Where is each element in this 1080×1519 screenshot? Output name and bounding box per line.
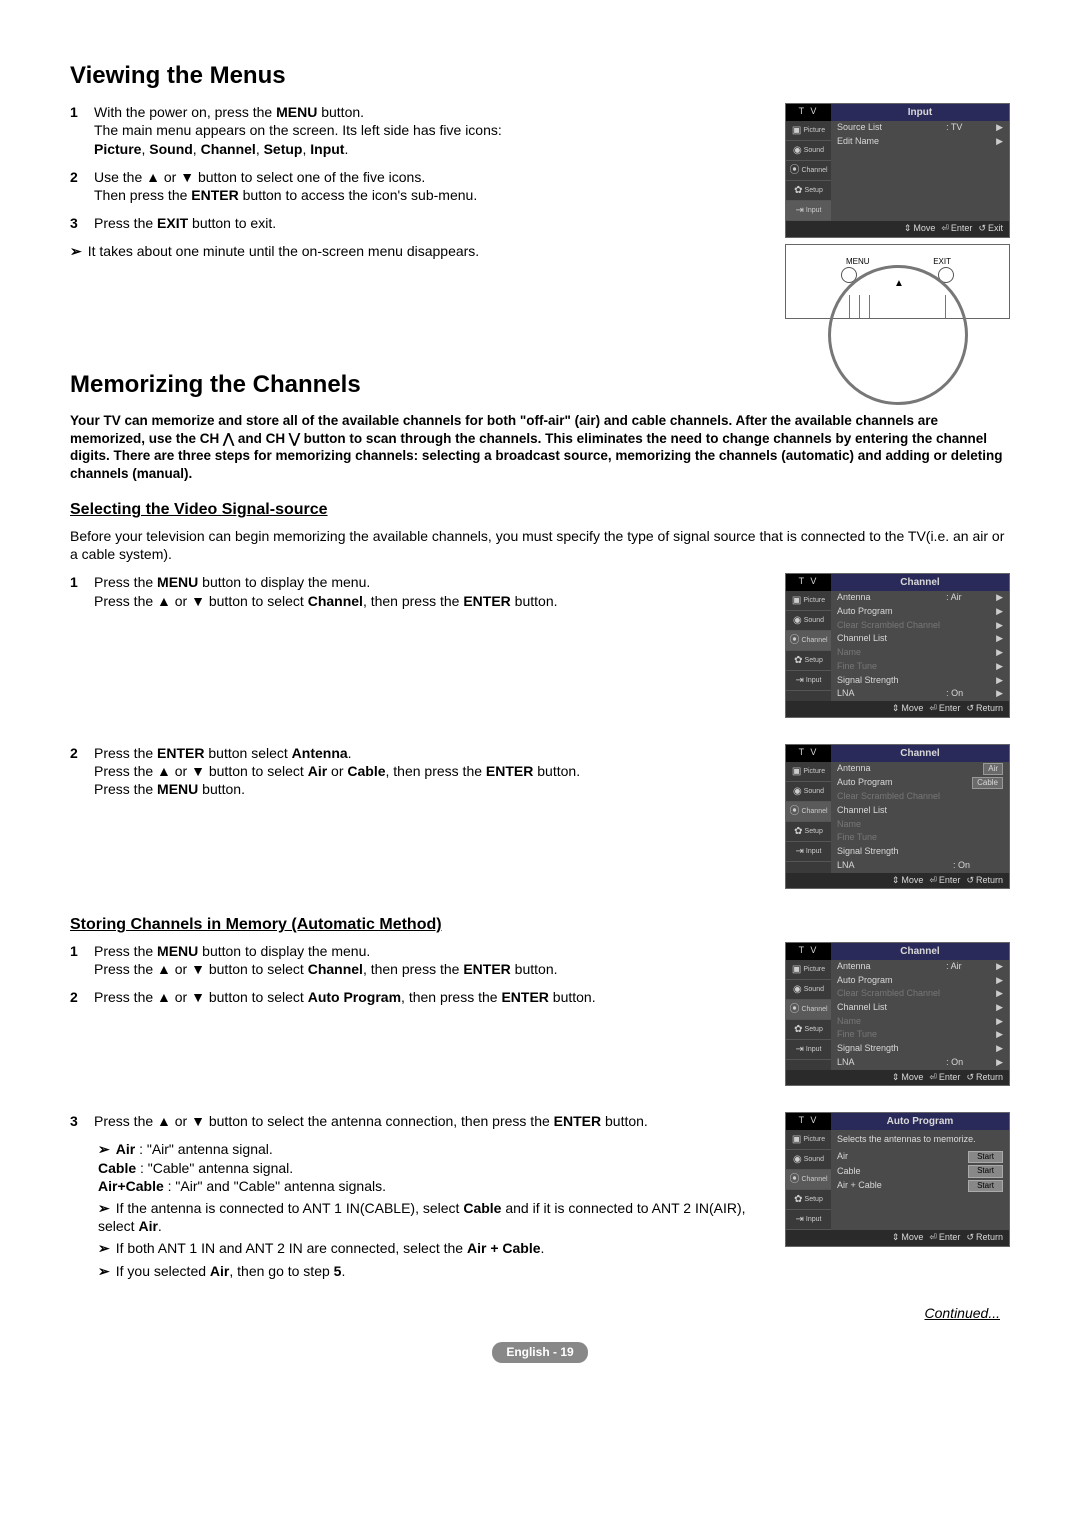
- osd-item: Edit Name▶: [831, 135, 1009, 149]
- osd-side-setup: ✿Setup: [786, 181, 831, 201]
- step-item: 2Use the ▲ or ▼ button to select one of …: [70, 168, 765, 204]
- continued-label: Continued...: [70, 1304, 1000, 1322]
- osd-side-input: ⇥Input: [786, 671, 831, 691]
- osd-item: CableStart: [831, 1164, 1009, 1178]
- osd-side-setup: ✿Setup: [786, 1020, 831, 1040]
- osd-channel-menu-2: T VChannel▣Picture◉Sound⦿Channel✿Setup⇥I…: [785, 942, 1010, 1086]
- osd-item: Clear Scrambled Channel▶: [831, 987, 1009, 1001]
- osd-side-sound: ◉Sound: [786, 611, 831, 631]
- remote-menu-label: MENU: [846, 257, 870, 267]
- osd-item: Antenna: Air▶: [831, 960, 1009, 974]
- osd-item: Fine Tune▶: [831, 1028, 1009, 1042]
- note-item: If you selected Air, then go to step 5.: [98, 1262, 765, 1280]
- note-item: If the antenna is connected to ANT 1 IN(…: [98, 1199, 765, 1235]
- osd-item: Auto ProgramCable: [831, 776, 1009, 790]
- osd-side-setup: ✿Setup: [786, 1190, 831, 1210]
- step-item: 1Press the MENU button to display the me…: [70, 942, 765, 978]
- step-item: 3Press the ▲ or ▼ button to select the a…: [70, 1112, 765, 1130]
- remote-diagram: MENU EXIT ▲: [785, 244, 1010, 319]
- step-item: 3Press the EXIT button to exit.: [70, 214, 765, 232]
- step-item: 1With the power on, press the MENU butto…: [70, 103, 765, 158]
- osd-side-sound: ◉Sound: [786, 782, 831, 802]
- osd-item: Antenna: Air▶: [831, 591, 1009, 605]
- osd-item: LNA: On▶: [831, 687, 1009, 701]
- osd-auto-program-menu: T VAuto Program▣Picture◉Sound⦿Channel✿Se…: [785, 1112, 1010, 1247]
- osd-side-sound: ◉Sound: [786, 141, 831, 161]
- note-item: Air : "Air" antenna signal.Cable : "Cabl…: [98, 1140, 765, 1195]
- osd-item: Channel List▶: [831, 632, 1009, 646]
- osd-side-channel: ⦿Channel: [786, 1170, 831, 1190]
- osd-item: Name: [831, 818, 1009, 832]
- note-menu-timeout: It takes about one minute until the on-s…: [70, 242, 765, 260]
- osd-item: Auto Program▶: [831, 974, 1009, 988]
- osd-item: Signal Strength▶: [831, 1042, 1009, 1056]
- osd-item: Name▶: [831, 1015, 1009, 1029]
- signal-source-intro: Before your television can begin memoriz…: [70, 527, 1010, 563]
- step-item: 2Press the ENTER button select Antenna.P…: [70, 744, 765, 799]
- note-item: If both ANT 1 IN and ANT 2 IN are connec…: [98, 1239, 765, 1257]
- osd-side-input: ⇥Input: [786, 201, 831, 221]
- osd-item: Auto Program▶: [831, 605, 1009, 619]
- osd-item: Source List: TV▶: [831, 121, 1009, 135]
- osd-side-input: ⇥Input: [786, 1210, 831, 1230]
- osd-input-menu: T VInput▣Picture◉Sound⦿Channel✿Setup⇥Inp…: [785, 103, 1010, 238]
- osd-side-channel: ⦿Channel: [786, 802, 831, 822]
- osd-side-input: ⇥Input: [786, 842, 831, 862]
- osd-channel-menu-1: T VChannel▣Picture◉Sound⦿Channel✿Setup⇥I…: [785, 573, 1010, 717]
- section-title-viewing: Viewing the Menus: [70, 60, 1010, 91]
- osd-side-picture: ▣Picture: [786, 762, 831, 782]
- osd-side-input: ⇥Input: [786, 1040, 831, 1060]
- subheading-auto-store: Storing Channels in Memory (Automatic Me…: [70, 915, 1010, 936]
- osd-side-channel: ⦿Channel: [786, 1000, 831, 1020]
- osd-side-sound: ◉Sound: [786, 980, 831, 1000]
- subheading-signal-source: Selecting the Video Signal-source: [70, 500, 1010, 521]
- remote-exit-label: EXIT: [933, 257, 951, 267]
- step-item: 2Press the ▲ or ▼ button to select Auto …: [70, 988, 765, 1006]
- osd-note: Selects the antennas to memorize.: [831, 1130, 1009, 1150]
- osd-channel-menu-antenna-select: T VChannel▣Picture◉Sound⦿Channel✿Setup⇥I…: [785, 744, 1010, 890]
- osd-side-picture: ▣Picture: [786, 1130, 831, 1150]
- osd-item: Clear Scrambled Channel▶: [831, 619, 1009, 633]
- osd-item: Signal Strength▶: [831, 674, 1009, 688]
- osd-side-picture: ▣Picture: [786, 591, 831, 611]
- osd-item: Channel List: [831, 804, 1009, 818]
- osd-item: Signal Strength: [831, 845, 1009, 859]
- osd-side-setup: ✿Setup: [786, 822, 831, 842]
- osd-side-channel: ⦿Channel: [786, 161, 831, 181]
- osd-item: Channel List▶: [831, 1001, 1009, 1015]
- osd-side-picture: ▣Picture: [786, 121, 831, 141]
- osd-item: Air + CableStart: [831, 1179, 1009, 1193]
- osd-item: Fine Tune▶: [831, 660, 1009, 674]
- step-item: 1Press the MENU button to display the me…: [70, 573, 765, 609]
- osd-item: AntennaAir: [831, 762, 1009, 776]
- osd-item: Fine Tune: [831, 831, 1009, 845]
- osd-item: Name▶: [831, 646, 1009, 660]
- memorizing-intro: Your TV can memorize and store all of th…: [70, 412, 1010, 482]
- osd-side-channel: ⦿Channel: [786, 631, 831, 651]
- osd-item: LNA: On▶: [831, 1056, 1009, 1070]
- osd-side-sound: ◉Sound: [786, 1150, 831, 1170]
- osd-item: LNA: On: [831, 859, 1009, 873]
- osd-item: AirStart: [831, 1150, 1009, 1164]
- page-number: English - 19: [492, 1342, 587, 1364]
- osd-side-setup: ✿Setup: [786, 651, 831, 671]
- osd-item: Clear Scrambled Channel: [831, 790, 1009, 804]
- osd-side-picture: ▣Picture: [786, 960, 831, 980]
